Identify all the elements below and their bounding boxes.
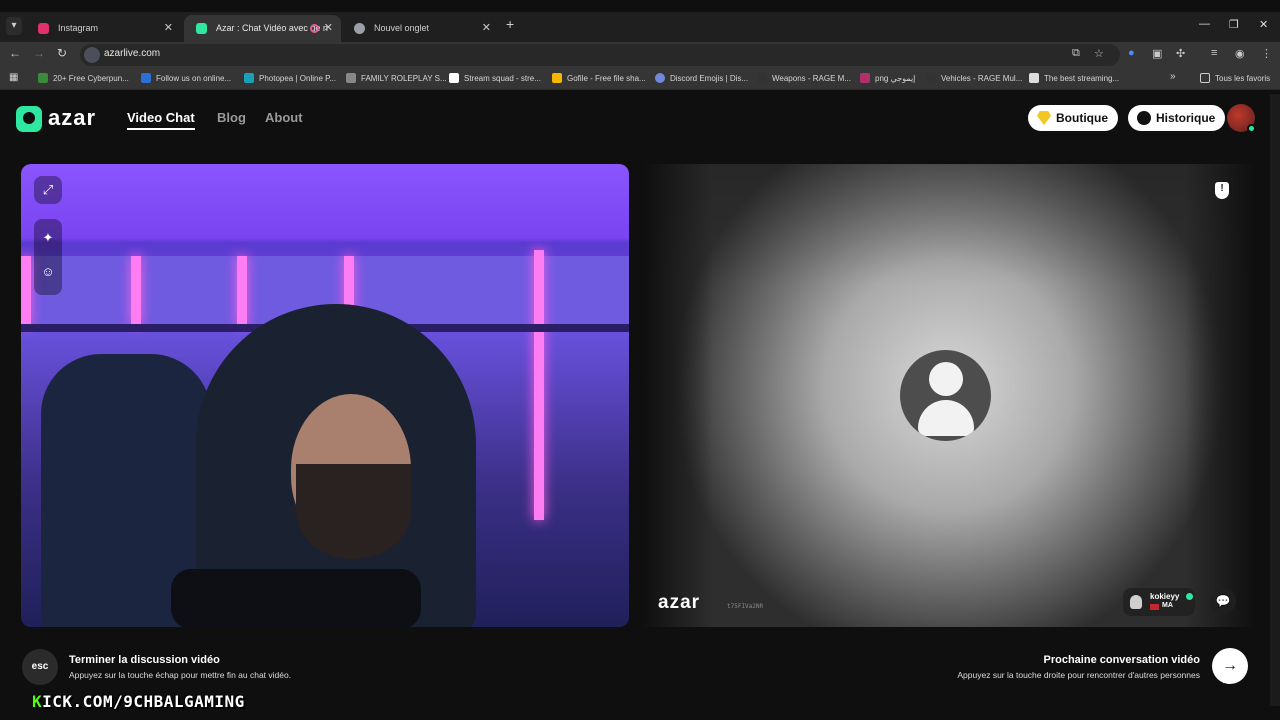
- bookmark-item[interactable]: Photopea | Online P...: [244, 73, 336, 83]
- bookmark-icon: [449, 73, 459, 83]
- url-text: azarlive.com: [104, 48, 161, 59]
- user-icon: [1130, 595, 1142, 609]
- clock-icon: [1137, 111, 1151, 125]
- emoji-icon[interactable]: ☺: [34, 253, 62, 287]
- more-bookmarks-icon[interactable]: »: [1170, 71, 1176, 82]
- all-bookmarks-folder[interactable]: Tous les favoris: [1200, 73, 1270, 83]
- reload-button[interactable]: ↻: [57, 46, 67, 60]
- next-chat-subtitle: Appuyez sur la touche droite pour rencon…: [957, 670, 1200, 680]
- bookmark-icon: [244, 73, 254, 83]
- install-app-icon[interactable]: ⧉: [1072, 47, 1080, 60]
- nav-about[interactable]: About: [265, 110, 303, 125]
- extensions-puzzle-icon[interactable]: ✣: [1176, 47, 1185, 60]
- bookmark-item[interactable]: Gofile - Free file sha...: [552, 73, 646, 83]
- flag-icon: [1150, 604, 1159, 610]
- report-shield-icon[interactable]: [1215, 182, 1229, 199]
- tab-instagram[interactable]: Instagram ✕: [26, 15, 181, 42]
- online-status-icon: [1247, 124, 1256, 133]
- menu-kebab-icon[interactable]: ⋮: [1261, 47, 1272, 60]
- historique-button[interactable]: Historique: [1128, 105, 1226, 131]
- azar-page: azar Video Chat Blog About Boutique Hist…: [0, 94, 1270, 706]
- browser-window: ▾ Instagram ✕ Azar : Chat Vidéo avec de …: [0, 0, 1280, 720]
- bookmark-icon: [1029, 73, 1039, 83]
- bookmarks-bar: ▦ 20+ Free Cyberpun... Follow us on onli…: [0, 68, 1280, 90]
- tab-azar[interactable]: Azar : Chat Vidéo avec de n ✕: [184, 15, 341, 42]
- media-control-icon[interactable]: ≡: [1211, 47, 1217, 59]
- bookmark-icon: [141, 73, 151, 83]
- logo-text: azar: [48, 105, 97, 130]
- chat-bubble-button[interactable]: 💬: [1210, 588, 1236, 614]
- stream-overlay-text: KICK.COM/9CHBALGAMING: [32, 692, 245, 711]
- tab-strip: ▾ Instagram ✕ Azar : Chat Vidéo avec de …: [0, 12, 1280, 42]
- partner-username: kokieyy: [1150, 592, 1180, 601]
- verified-icon: [1186, 593, 1193, 600]
- bookmark-icon: [926, 73, 936, 83]
- extension-icon[interactable]: ●: [1128, 47, 1135, 59]
- instagram-icon: [38, 23, 49, 34]
- bookmark-icon: [860, 73, 870, 83]
- session-id: t75FIVa2NR: [727, 603, 764, 610]
- bookmark-icon: [757, 73, 767, 83]
- close-tab-icon[interactable]: ✕: [324, 15, 333, 42]
- end-chat-title: Terminer la discussion vidéo: [69, 654, 220, 666]
- folder-icon: [1200, 73, 1210, 83]
- anonymous-avatar-icon: [900, 350, 991, 441]
- close-window-button[interactable]: ✕: [1259, 18, 1268, 31]
- browser-toolbar: ← → ↻ azarlive.com ⧉ ☆ ● ▣ ✣ ≡ ◉ ⋮: [0, 42, 1280, 68]
- effects-toolbar: ✦ ☺: [34, 219, 62, 295]
- bookmark-icon: [655, 73, 665, 83]
- bookmark-item[interactable]: Vehicles - RAGE Mul...: [926, 73, 1022, 83]
- site-info-icon[interactable]: [84, 47, 100, 63]
- chrome-icon: [354, 23, 365, 34]
- restore-button[interactable]: ❐: [1229, 18, 1239, 31]
- bookmark-item[interactable]: Weapons - RAGE M...: [757, 73, 851, 83]
- partner-user-chip[interactable]: kokieyy MA: [1123, 588, 1195, 616]
- bookmark-item[interactable]: png إيموجي: [860, 73, 915, 83]
- boutique-button[interactable]: Boutique: [1028, 105, 1118, 131]
- nav-blog[interactable]: Blog: [217, 110, 246, 125]
- next-chat-title: Prochaine conversation vidéo: [1043, 654, 1201, 666]
- gem-icon: [1037, 111, 1051, 125]
- close-tab-icon[interactable]: ✕: [164, 15, 173, 42]
- close-tab-icon[interactable]: ✕: [482, 15, 491, 42]
- bookmark-item[interactable]: Discord Emojis | Dis...: [655, 73, 748, 83]
- bookmark-item[interactable]: Follow us on online...: [141, 73, 231, 83]
- azar-watermark: azar: [658, 592, 701, 613]
- partner-country: MA: [1162, 602, 1173, 609]
- profile-icon[interactable]: ◉: [1235, 47, 1245, 60]
- extension-icon[interactable]: ▣: [1152, 47, 1162, 60]
- user-avatar[interactable]: [1227, 104, 1256, 133]
- recording-icon: [310, 24, 319, 33]
- self-video: ⤢ ✦ ☺: [21, 164, 629, 627]
- scrollbar[interactable]: [1270, 94, 1280, 706]
- bookmark-icon: [38, 73, 48, 83]
- bookmark-item[interactable]: 20+ Free Cyberpun...: [38, 73, 129, 83]
- forward-button[interactable]: →: [33, 46, 45, 60]
- azar-icon: [196, 23, 207, 34]
- tab-title: Nouvel onglet: [374, 23, 430, 33]
- tab-search-button[interactable]: ▾: [6, 17, 22, 35]
- tab-new[interactable]: Nouvel onglet ✕: [342, 15, 499, 42]
- back-button[interactable]: ←: [9, 46, 21, 60]
- nav-video-chat[interactable]: Video Chat: [127, 110, 195, 130]
- bookmark-item[interactable]: FAMILY ROLEPLAY S...: [346, 73, 447, 83]
- expand-icon[interactable]: ⤢: [34, 176, 62, 204]
- partner-video: azar t75FIVa2NR kokieyy MA 💬: [643, 164, 1255, 627]
- magic-wand-icon[interactable]: ✦: [34, 219, 62, 253]
- apps-grid-icon[interactable]: ▦: [9, 72, 18, 83]
- bookmark-star-icon[interactable]: ☆: [1094, 47, 1104, 60]
- minimize-button[interactable]: —: [1199, 18, 1210, 30]
- bookmark-icon: [346, 73, 356, 83]
- new-tab-button[interactable]: +: [506, 16, 514, 32]
- end-chat-button[interactable]: esc: [22, 649, 58, 685]
- bookmark-item[interactable]: Stream squad - stre...: [449, 73, 541, 83]
- bookmark-item[interactable]: The best streaming...: [1029, 73, 1119, 83]
- azar-logo-icon: [16, 106, 42, 132]
- end-chat-subtitle: Appuyez sur la touche échap pour mettre …: [69, 670, 292, 680]
- address-bar[interactable]: azarlive.com: [80, 44, 1120, 66]
- tab-title: Instagram: [58, 23, 99, 33]
- bookmark-icon: [552, 73, 562, 83]
